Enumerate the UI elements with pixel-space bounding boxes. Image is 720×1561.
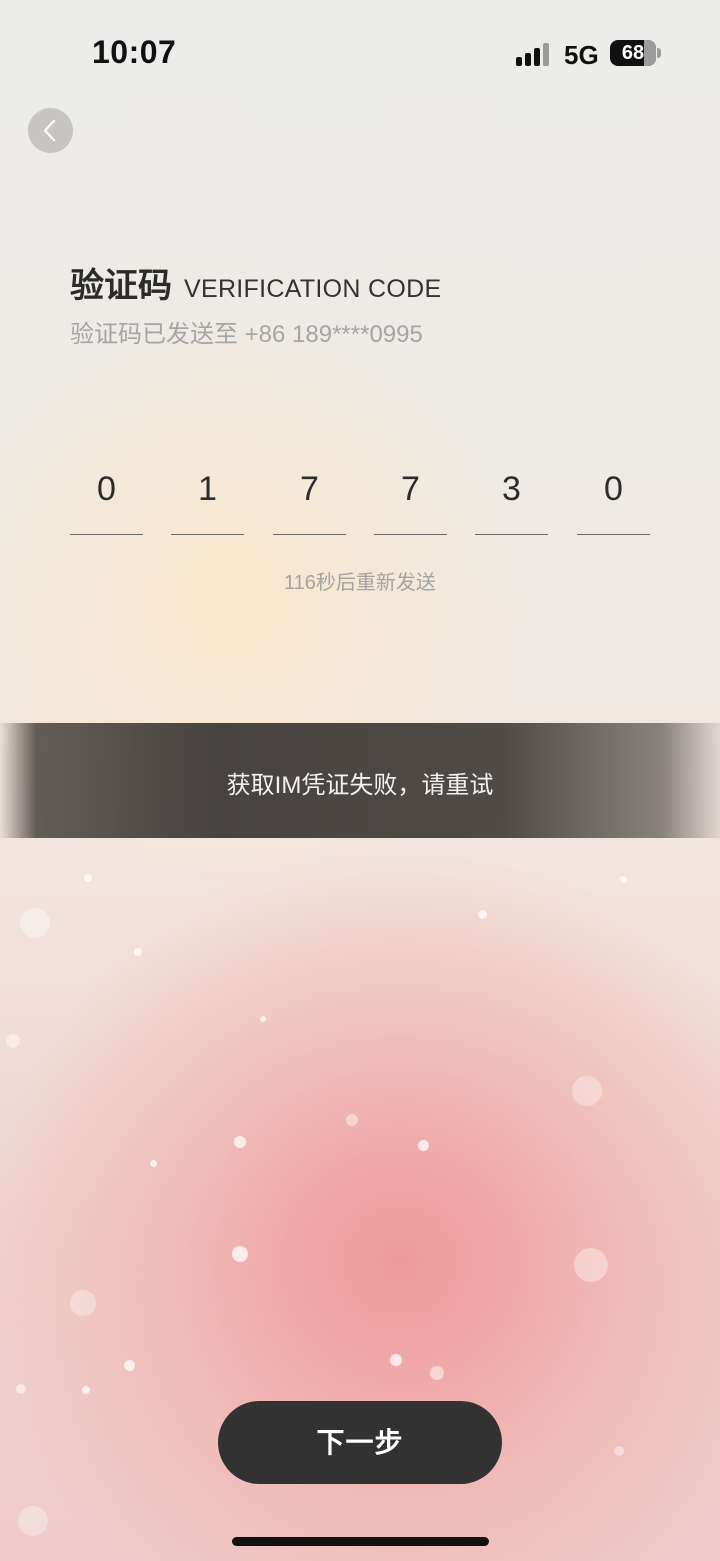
sparkle-decoration bbox=[70, 1290, 96, 1316]
sparkle-decoration bbox=[16, 1384, 26, 1394]
code-digit-box[interactable]: 7 bbox=[374, 462, 447, 535]
sent-to-phone-text: 验证码已发送至 +86 189****0995 bbox=[70, 321, 423, 348]
toast-message: 获取IM凭证失败，请重试 bbox=[226, 772, 494, 799]
sparkle-decoration bbox=[418, 1140, 429, 1151]
error-toast: 获取IM凭证失败，请重试 bbox=[0, 723, 720, 838]
sparkle-decoration bbox=[82, 1386, 90, 1394]
chevron-left-icon bbox=[43, 119, 56, 142]
sparkle-decoration bbox=[620, 876, 627, 883]
sparkle-decoration bbox=[574, 1248, 608, 1282]
battery-cap bbox=[657, 48, 661, 58]
status-time: 10:07 bbox=[92, 34, 177, 70]
home-indicator[interactable] bbox=[232, 1537, 489, 1546]
sparkle-decoration bbox=[390, 1354, 402, 1366]
next-step-button[interactable]: 下一步 bbox=[218, 1401, 502, 1484]
sparkle-decoration bbox=[18, 1506, 48, 1536]
sparkle-decoration bbox=[20, 908, 50, 938]
title-chinese: 验证码 bbox=[70, 267, 172, 305]
sparkle-decoration bbox=[614, 1446, 624, 1456]
sparkle-decoration bbox=[234, 1136, 246, 1148]
sparkle-decoration bbox=[134, 948, 142, 956]
verification-code-input[interactable]: 0 1 7 7 3 0 bbox=[70, 462, 651, 536]
sparkle-decoration bbox=[84, 874, 92, 882]
code-digit-box[interactable]: 3 bbox=[475, 462, 548, 535]
sparkle-decoration bbox=[260, 1016, 266, 1022]
sparkle-decoration bbox=[478, 910, 487, 919]
title-english: VERIFICATION CODE bbox=[184, 275, 442, 303]
code-digit-box[interactable]: 0 bbox=[70, 462, 143, 535]
sparkle-decoration bbox=[124, 1360, 135, 1371]
code-digit-box[interactable]: 0 bbox=[577, 462, 650, 535]
sparkle-decoration bbox=[6, 1034, 20, 1048]
sparkle-decoration bbox=[572, 1076, 602, 1106]
sparkle-decoration bbox=[150, 1160, 157, 1167]
page-title: 验证码 VERIFICATION CODE bbox=[70, 258, 441, 307]
status-bar: 10:07 5G 68 bbox=[0, 0, 720, 100]
sparkle-decoration bbox=[346, 1114, 358, 1126]
network-type: 5G bbox=[564, 40, 599, 70]
resend-countdown: 116秒后重新发送 bbox=[284, 572, 436, 594]
battery-icon: 68 bbox=[610, 40, 656, 66]
code-digit-box[interactable]: 1 bbox=[171, 462, 244, 535]
back-button[interactable] bbox=[28, 108, 73, 153]
code-digit-box[interactable]: 7 bbox=[273, 462, 346, 535]
sparkle-decoration bbox=[232, 1246, 248, 1262]
cellular-signal-icon bbox=[516, 42, 552, 66]
sparkle-decoration bbox=[430, 1366, 444, 1380]
battery-level: 68 bbox=[621, 42, 645, 64]
